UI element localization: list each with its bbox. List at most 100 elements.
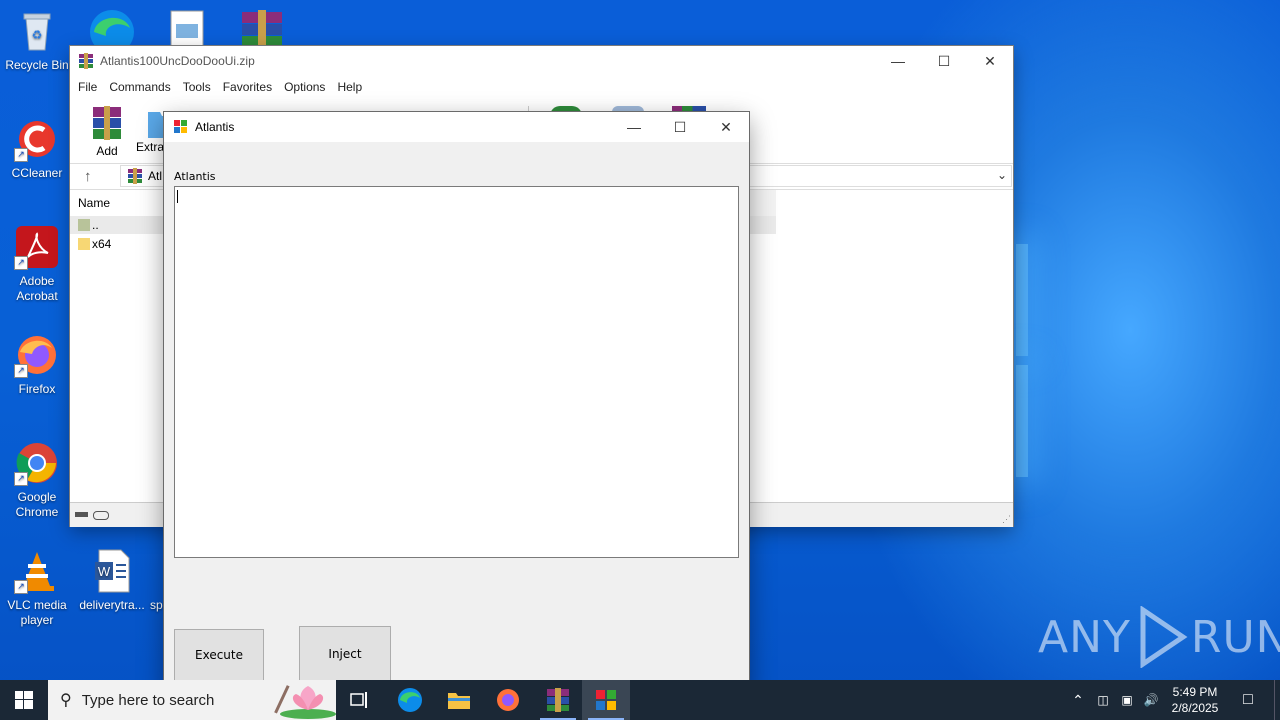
add-button[interactable]: Add (84, 106, 130, 158)
minimize-button[interactable]: — (611, 112, 657, 142)
shortcut-arrow-icon: ↗ (14, 580, 28, 594)
dialog-caption-buttons: — ☐ ✕ (611, 112, 749, 142)
path-text: Atl (148, 169, 163, 183)
key-icon (93, 511, 109, 520)
up-arrow-icon[interactable]: ↑ (84, 168, 92, 185)
desktop-icon-label: CCleaner (11, 166, 63, 180)
script-label: Atlantis (174, 170, 216, 183)
menu-file[interactable]: File (72, 80, 103, 94)
shortcut-arrow-icon: ↗ (14, 148, 28, 162)
svg-text:W: W (98, 564, 111, 579)
vlc-icon: ↗ (14, 548, 60, 594)
taskbar-atlantis[interactable] (582, 680, 630, 720)
search-box[interactable]: ⚲ Type here to search (48, 680, 336, 720)
desktop-icon-edge-partial[interactable] (88, 6, 136, 46)
desktop-icon-word-document[interactable]: W deliverytra... (78, 548, 146, 613)
firefox-icon (497, 689, 519, 711)
notification-center-icon[interactable]: □ (1234, 680, 1262, 720)
ccleaner-icon: ↗ (14, 116, 60, 162)
tray-date: 2/8/2025 (1171, 701, 1219, 715)
desktop-icon-label: VLC media player (7, 598, 67, 627)
execute-button[interactable]: Execute (174, 629, 264, 681)
windows-logo-icon (15, 691, 33, 709)
taskbar-winrar[interactable] (534, 680, 582, 720)
word-document-icon: W (89, 548, 135, 594)
image-file-icon (170, 10, 204, 46)
desktop-icon-vlc[interactable]: ↗ VLC media player (3, 548, 71, 628)
desktop-icon-label: Firefox (18, 382, 56, 396)
task-view-button[interactable] (336, 680, 384, 720)
anyrun-watermark: ANY RUN (1038, 606, 1280, 668)
extract-folder-icon (136, 106, 164, 140)
close-button[interactable]: ✕ (703, 112, 749, 142)
show-desktop-button[interactable] (1274, 680, 1280, 720)
shortcut-arrow-icon: ↗ (14, 256, 28, 270)
tray-time: 5:49 PM (1172, 685, 1218, 699)
caption-buttons: — ☐ ✕ (875, 46, 1013, 76)
lotus-flower-icon (274, 685, 336, 719)
edge-icon (90, 10, 134, 46)
drive-icon (75, 512, 88, 517)
watermark-text-right: RUN (1190, 611, 1280, 663)
dialog-title: Atlantis (195, 120, 235, 134)
maximize-button[interactable]: ☐ (657, 112, 703, 142)
close-button[interactable]: ✕ (967, 46, 1013, 76)
extract-label: Extra (136, 140, 164, 154)
folder-icon (78, 238, 90, 250)
menu-commands[interactable]: Commands (103, 80, 176, 94)
atlantis-dialog: Atlantis — ☐ ✕ Atlantis Execute Inject (164, 112, 749, 692)
search-placeholder: Type here to search (81, 691, 215, 709)
menu-help[interactable]: Help (331, 80, 368, 94)
dialog-titlebar[interactable]: Atlantis — ☐ ✕ (164, 112, 749, 142)
desktop-icon-google-chrome[interactable]: ↗ Google Chrome (3, 440, 71, 520)
taskbar-file-explorer[interactable] (435, 680, 483, 720)
edge-icon (398, 688, 422, 712)
minimize-button[interactable]: — (875, 46, 921, 76)
tray-volume-icon[interactable]: 🔊 (1140, 680, 1162, 720)
file-name: .. (92, 218, 99, 232)
menu-favorites[interactable]: Favorites (217, 80, 278, 94)
menu-options[interactable]: Options (278, 80, 331, 94)
tray-chevron-up-icon[interactable]: ⌃ (1068, 680, 1088, 720)
script-textbox[interactable] (174, 186, 739, 558)
desktop-icon-label: Google Chrome (15, 490, 59, 519)
wallpaper-light-beam-top (1016, 244, 1028, 356)
desktop-icon-label: deliverytra... (79, 598, 145, 612)
desktop-icon-ccleaner[interactable]: ↗ CCleaner (3, 116, 71, 181)
parent-folder-icon (78, 219, 90, 231)
play-logo-icon (1140, 606, 1188, 668)
shortcut-arrow-icon: ↗ (14, 364, 28, 378)
recycle-bin-icon: ♻ (14, 8, 60, 54)
maximize-button[interactable]: ☐ (921, 46, 967, 76)
taskbar: ⚲ Type here to search ⌃ ◫ ▣ 🔊 5:49 PM 2/… (0, 680, 1280, 720)
start-button[interactable] (0, 680, 48, 720)
desktop-icon-adobe-acrobat[interactable]: ↗ Adobe Acrobat (3, 224, 71, 304)
add-archive-icon (90, 106, 124, 140)
desktop-icon-image-partial[interactable] (170, 10, 204, 46)
column-header-name[interactable]: Name (78, 196, 110, 210)
desktop-icon-winrar-partial[interactable] (238, 10, 286, 46)
text-caret (177, 190, 178, 203)
desktop-icon-recycle-bin[interactable]: ♻ Recycle Bin (3, 8, 71, 73)
chevron-down-icon[interactable]: ⌄ (997, 168, 1007, 182)
firefox-icon: ↗ (14, 332, 60, 378)
taskbar-firefox[interactable] (484, 680, 532, 720)
winrar-titlebar[interactable]: Atlantis100UncDooDooUi.zip — ☐ ✕ (70, 46, 1013, 76)
adobe-acrobat-icon: ↗ (14, 224, 60, 270)
desktop-icon-firefox[interactable]: ↗ Firefox (3, 332, 71, 397)
extract-button[interactable]: Extra (136, 106, 164, 154)
wallpaper-light-beam-bottom (1016, 365, 1028, 477)
tray-network-icon[interactable]: ▣ (1116, 680, 1138, 720)
menu-tools[interactable]: Tools (177, 80, 217, 94)
task-view-icon (350, 692, 367, 708)
desktop-icon-label: Adobe Acrobat (16, 274, 58, 303)
inject-button[interactable]: Inject (299, 626, 391, 681)
tray-meet-now-icon[interactable]: ◫ (1092, 680, 1114, 720)
resize-grip-icon[interactable]: ⋰ (1002, 514, 1011, 525)
add-label: Add (96, 144, 118, 158)
app-icon (174, 120, 187, 133)
folder-icon (448, 693, 470, 709)
tray-clock[interactable]: 5:49 PM 2/8/2025 (1164, 680, 1226, 720)
taskbar-edge[interactable] (386, 680, 434, 720)
search-icon: ⚲ (60, 692, 72, 709)
